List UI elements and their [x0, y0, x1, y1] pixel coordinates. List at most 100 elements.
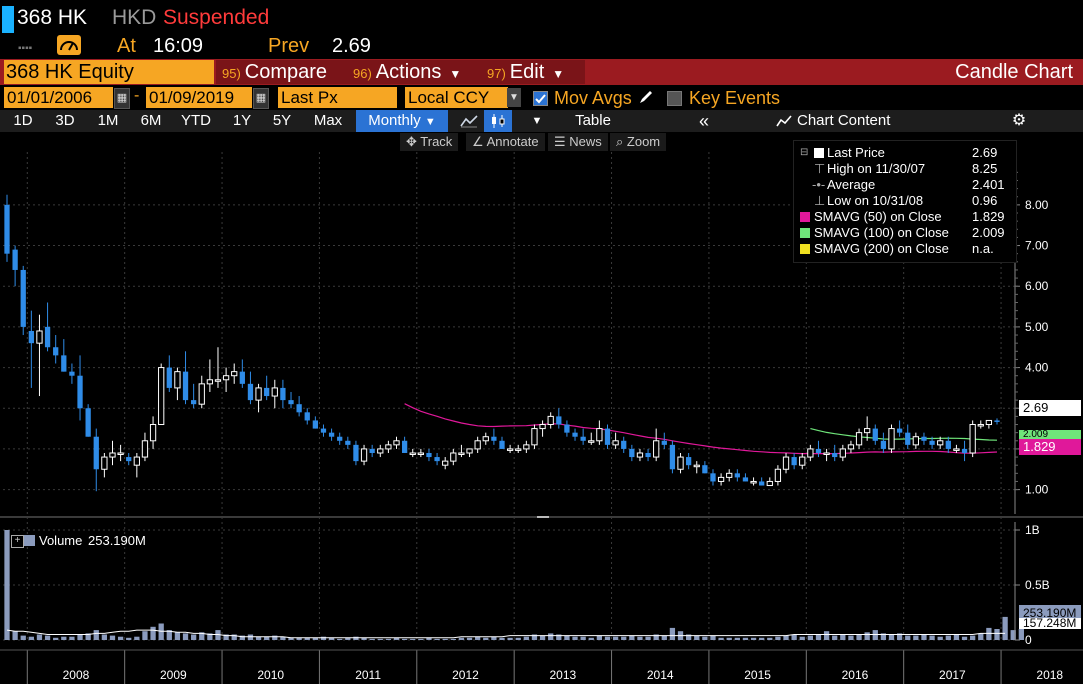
legend-value: 8.25: [972, 161, 998, 176]
gauge-icon[interactable]: [57, 35, 81, 55]
collapse-icon[interactable]: ⊟: [800, 145, 808, 161]
legend-row-sma200[interactable]: SMAVG (200) on Close n.a.: [794, 241, 1016, 257]
range-max-button[interactable]: Max: [306, 110, 350, 132]
start-date-input[interactable]: 01/01/2006: [4, 87, 113, 108]
candle-body-up: [636, 452, 644, 458]
volume-bar: [109, 635, 116, 640]
currency-dropdown-icon[interactable]: ▼: [507, 88, 521, 107]
news-tool[interactable]: ☰ News: [548, 133, 608, 151]
volume-bar: [572, 636, 578, 640]
range-6m-button[interactable]: 6M: [131, 110, 171, 132]
expand-volume-icon[interactable]: +: [11, 535, 24, 548]
candle-body-up: [823, 452, 830, 455]
year-label: 2013: [550, 668, 577, 682]
candle-body-down: [710, 473, 716, 482]
candle-body-down: [702, 465, 708, 474]
legend-row-last-price[interactable]: ⊟ Last Price 2.69: [794, 145, 1016, 161]
chart-content-glyph: [776, 115, 792, 127]
volume-bar: [434, 638, 440, 640]
zoom-tool[interactable]: ⌕ Zoom: [610, 133, 667, 151]
candle-body-up: [442, 460, 449, 466]
legend-row-high[interactable]: ⊤ High on 11/30/07 8.25: [794, 161, 1016, 177]
track-tool[interactable]: ✥ Track: [400, 133, 459, 151]
volume-value: 253.190M: [88, 533, 146, 548]
candle-body-down: [4, 204, 10, 254]
volume-bar: [937, 636, 943, 640]
candle-body-down: [564, 424, 570, 433]
volume-bar: [734, 637, 740, 640]
news-label: News: [569, 134, 602, 149]
volume-tick-label: 0.5B: [1025, 578, 1050, 592]
candle-body-up: [766, 480, 773, 487]
range-5y-button[interactable]: 5Y: [263, 110, 301, 132]
candle-body-down: [69, 371, 75, 376]
range-1m-button[interactable]: 1M: [88, 110, 128, 132]
legend-row-sma50[interactable]: SMAVG (50) on Close 1.829: [794, 209, 1016, 225]
legend-row-sma100[interactable]: SMAVG (100) on Close 2.009: [794, 225, 1016, 241]
line-chart-icon[interactable]: [455, 110, 483, 132]
key-events-checkbox[interactable]: [667, 91, 682, 106]
mov-avgs-checkbox[interactable]: [533, 91, 548, 106]
chart-content-button[interactable]: Chart Content: [797, 110, 907, 132]
edit-button[interactable]: 97) Edit ▼: [481, 60, 585, 84]
candle-body-up: [782, 456, 790, 470]
legend-row-low[interactable]: ⊥ Low on 10/31/08 0.96: [794, 193, 1016, 209]
calendar-icon[interactable]: ▦: [114, 88, 130, 109]
annotate-tool[interactable]: ∠ Annotate: [466, 133, 545, 151]
volume-bar: [548, 633, 554, 640]
currency-select[interactable]: Local CCY: [405, 87, 508, 108]
price-field-select[interactable]: Last Px: [278, 87, 397, 108]
gear-icon[interactable]: ⚙: [1008, 110, 1030, 132]
actions-button[interactable]: 96) Actions ▼: [347, 60, 485, 84]
pencil-icon[interactable]: [637, 88, 655, 106]
volume-bar: [247, 634, 254, 640]
legend-label: Last Price: [827, 145, 885, 160]
volume-bar: [661, 635, 667, 640]
range-1d-button[interactable]: 1D: [4, 110, 42, 132]
price-tick-label: 8.00: [1025, 198, 1049, 212]
candle-body-down: [353, 444, 359, 462]
legend-value: 2.69: [972, 145, 998, 160]
candle-body-down: [742, 477, 749, 482]
period-label: Monthly: [368, 112, 421, 129]
candle-body-down: [921, 436, 927, 441]
candle-body-down: [556, 416, 562, 425]
volume-bar: [588, 637, 594, 640]
candle-chart-icon[interactable]: [484, 110, 512, 132]
candle-body-up: [799, 456, 806, 466]
candle-body-up: [937, 440, 944, 446]
candle-body-up: [206, 379, 214, 385]
security-field[interactable]: 368 HK Equity: [4, 60, 214, 84]
legend-row-average[interactable]: -•- Average 2.401: [794, 177, 1016, 193]
chart-type-dropdown-icon[interactable]: ▼: [526, 110, 548, 132]
currency-label: HKD: [112, 6, 157, 29]
volume-bar: [864, 632, 870, 640]
compare-button[interactable]: 95) Compare: [216, 60, 354, 84]
calendar-icon[interactable]: ▦: [253, 88, 269, 109]
legend-value: 2.401: [972, 177, 1005, 192]
range-ytd-button[interactable]: YTD: [173, 110, 219, 132]
range-1y-button[interactable]: 1Y: [224, 110, 260, 132]
volume-bar: [750, 637, 757, 640]
volume-bar: [791, 634, 797, 640]
volume-bar: [1002, 616, 1008, 640]
volume-bar: [702, 636, 708, 640]
candle-body-down: [491, 436, 497, 441]
period-select[interactable]: Monthly ▼: [356, 110, 448, 132]
collapse-icon[interactable]: «: [690, 110, 718, 132]
candle-glyph: [492, 114, 505, 128]
volume-bar: [483, 637, 489, 640]
prev-label: Prev: [268, 35, 310, 57]
range-3d-button[interactable]: 3D: [46, 110, 84, 132]
candle-body-down: [93, 436, 99, 470]
candle-body-up: [458, 452, 465, 455]
volume-bar: [629, 635, 635, 640]
volume-bar: [815, 634, 822, 640]
candle-body-down: [239, 371, 245, 384]
ticker-marker: [2, 6, 14, 33]
candle-body-up: [864, 428, 871, 434]
end-date-input[interactable]: 01/09/2019: [146, 87, 252, 108]
candle-body-up: [847, 444, 855, 450]
table-button[interactable]: Table: [552, 110, 634, 132]
legend-value: 0.96: [972, 193, 998, 208]
